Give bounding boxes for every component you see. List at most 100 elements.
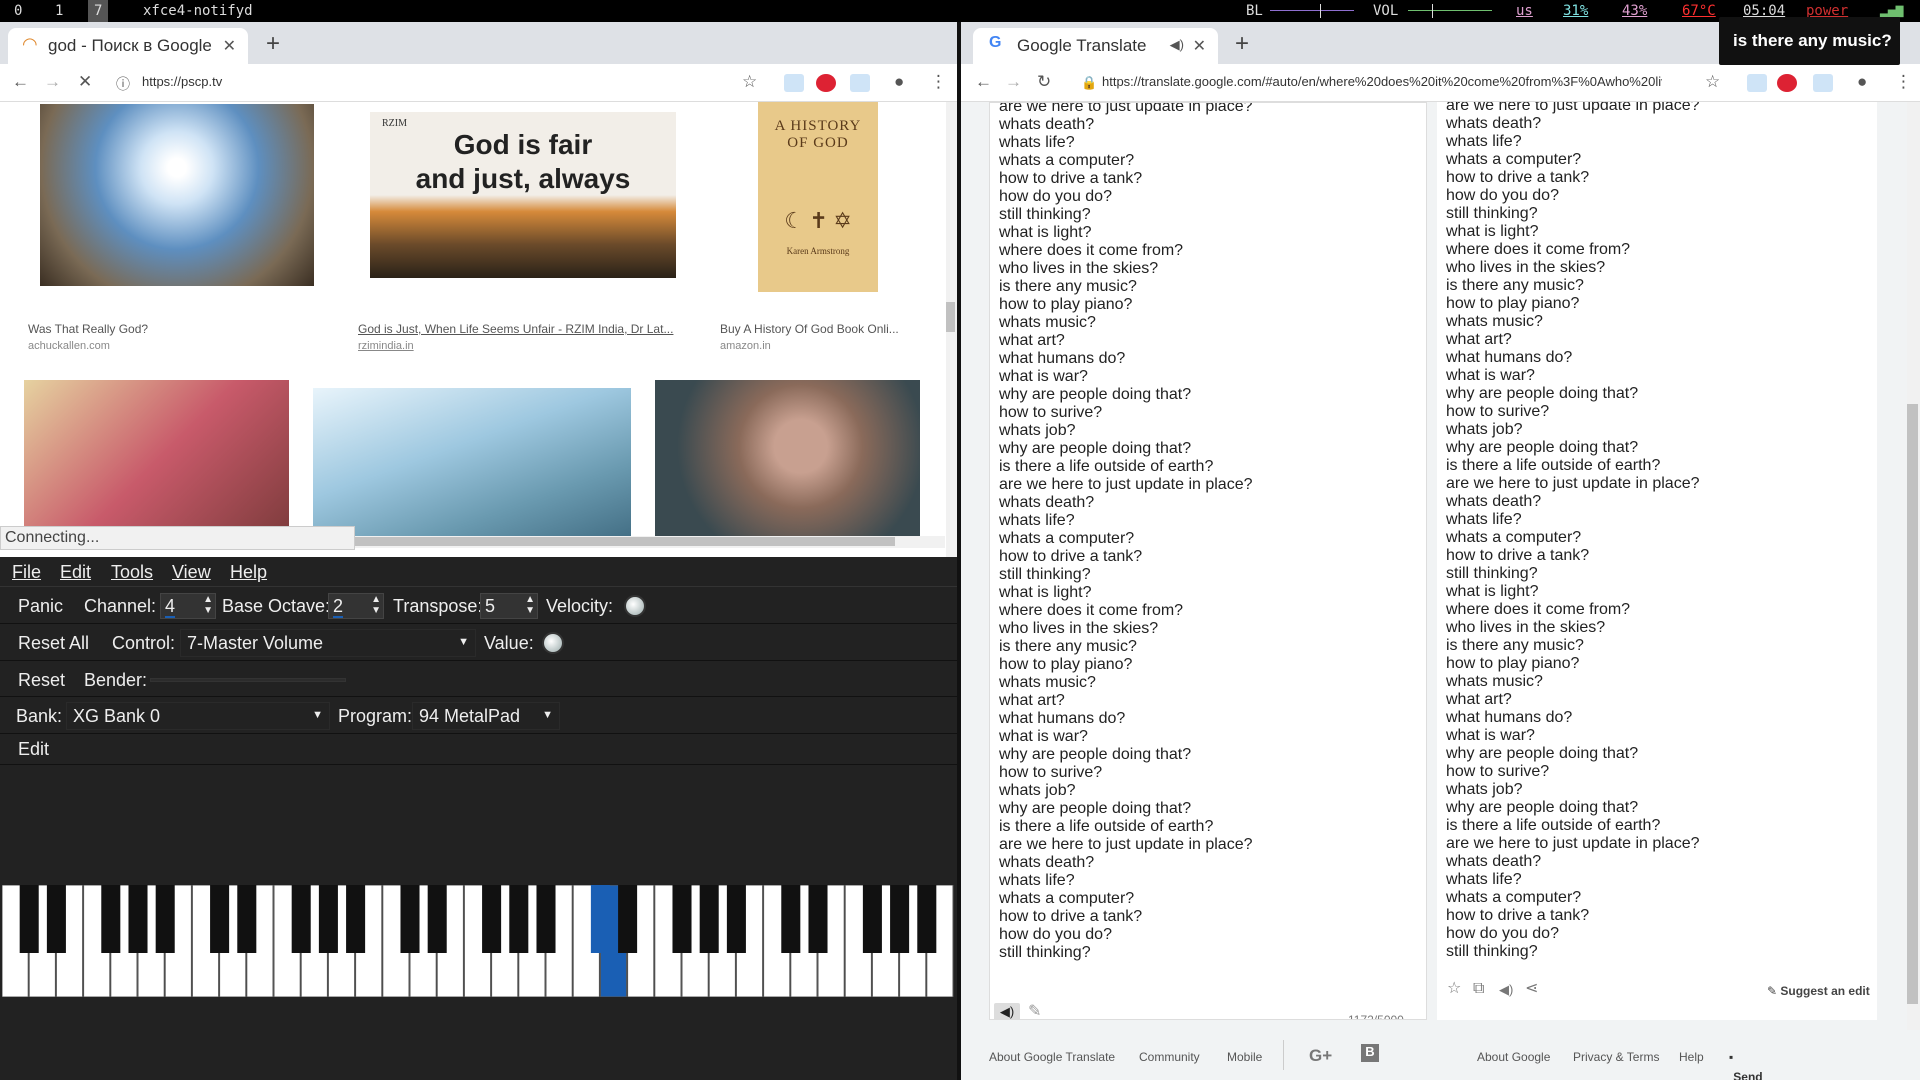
black-key[interactable] xyxy=(346,885,366,953)
image-thumb-light[interactable] xyxy=(40,104,314,286)
speaker-icon[interactable]: ◀) xyxy=(1170,37,1184,53)
spin-arrows-icon[interactable]: ▲ ▼ xyxy=(203,594,213,616)
black-key[interactable] xyxy=(427,885,447,953)
black-key[interactable] xyxy=(128,885,148,953)
privacy-terms-link[interactable]: Privacy & Terms xyxy=(1573,1050,1659,1064)
source-text-pane[interactable]: are we here to just update in place? what… xyxy=(989,102,1427,1020)
black-key[interactable] xyxy=(482,885,502,953)
black-key[interactable] xyxy=(536,885,556,953)
suggest-edit-link[interactable]: ✎ Suggest an edit xyxy=(1767,982,1870,1000)
black-key[interactable] xyxy=(917,885,937,953)
mobile-link[interactable]: Mobile xyxy=(1227,1050,1262,1064)
pencil-icon[interactable]: ✎ xyxy=(1028,1003,1041,1019)
extension-off-icon[interactable] xyxy=(784,74,804,92)
black-key[interactable] xyxy=(46,885,66,953)
black-key[interactable] xyxy=(101,885,121,953)
workspace-0[interactable]: 0 xyxy=(14,3,22,19)
google-plus-icon[interactable]: G+ xyxy=(1309,1046,1332,1066)
workspace-7[interactable]: 7 xyxy=(88,0,109,22)
star-icon[interactable]: ☆ xyxy=(1447,980,1461,998)
reload-icon[interactable]: ↻ xyxy=(1037,72,1051,92)
black-key[interactable] xyxy=(400,885,420,953)
extension-off-icon-2[interactable] xyxy=(850,74,870,92)
account-icon[interactable]: ● xyxy=(894,72,904,92)
horizontal-scrollbar[interactable] xyxy=(355,536,945,548)
channel-spinbox[interactable]: 4 ▲ ▼ xyxy=(160,593,216,619)
bender-slider[interactable] xyxy=(150,678,346,682)
control-combo[interactable]: 7-Master Volume ▼ xyxy=(180,629,476,657)
share-icon[interactable]: ⋖ xyxy=(1525,980,1538,998)
black-key[interactable] xyxy=(781,885,801,953)
back-icon[interactable]: ← xyxy=(12,72,29,92)
vertical-scrollbar[interactable] xyxy=(946,102,957,557)
image-thumb-woman[interactable] xyxy=(313,388,631,546)
adblock-icon[interactable] xyxy=(816,74,836,92)
extension-off-icon-2[interactable] xyxy=(1813,74,1833,92)
black-key[interactable] xyxy=(291,885,311,953)
hscrollbar-thumb[interactable] xyxy=(355,537,895,546)
backlight-bar[interactable] xyxy=(1270,10,1354,11)
black-key[interactable] xyxy=(699,885,719,953)
image-thumb-kratos[interactable] xyxy=(655,380,920,546)
send-feedback-link[interactable]: ▪ Send feedback xyxy=(1729,1050,1763,1080)
black-key[interactable] xyxy=(862,885,882,953)
forward-icon[interactable]: → xyxy=(1005,72,1022,92)
black-key[interactable] xyxy=(618,885,638,953)
black-key[interactable] xyxy=(672,885,692,953)
community-link[interactable]: Community xyxy=(1139,1050,1200,1064)
extension-off-icon[interactable] xyxy=(1747,74,1767,92)
transpose-spinbox[interactable]: 5 ▲ ▼ xyxy=(480,593,538,619)
black-key[interactable] xyxy=(155,885,175,953)
info-icon[interactable]: ⓘ xyxy=(116,74,130,94)
tab-google-search[interactable]: ◠ god - Поиск в Google ✕ xyxy=(8,28,248,64)
panic-button[interactable]: Panic xyxy=(18,596,63,617)
account-icon[interactable]: ● xyxy=(1857,72,1867,92)
reset-all-button[interactable]: Reset All xyxy=(18,633,89,654)
bank-combo[interactable]: XG Bank 0 ▼ xyxy=(66,702,330,730)
copy-icon[interactable]: ⧉ xyxy=(1473,980,1484,998)
image-thumb-person[interactable] xyxy=(24,380,289,546)
new-tab-button[interactable]: + xyxy=(1235,30,1249,58)
black-key[interactable] xyxy=(210,885,230,953)
close-tab-icon[interactable]: ✕ xyxy=(223,36,236,56)
about-google-link[interactable]: About Google xyxy=(1477,1050,1550,1064)
bookmark-star-icon[interactable]: ☆ xyxy=(742,72,757,92)
reset-button[interactable]: Reset xyxy=(18,670,65,691)
menu-help[interactable]: Help xyxy=(230,562,267,583)
close-tab-icon[interactable]: ✕ xyxy=(1193,36,1206,56)
tab-google-translate[interactable]: G Google Translate ◀) ✕ xyxy=(973,28,1218,64)
listen-icon[interactable]: ◀) xyxy=(1499,981,1513,999)
image-caption[interactable]: God is Just, When Life Seems Unfair - RZ… xyxy=(358,322,688,336)
menu-file[interactable]: File xyxy=(12,562,41,583)
volume-bar[interactable] xyxy=(1408,10,1492,11)
address-bar[interactable]: https://translate.google.com/#auto/en/wh… xyxy=(1102,74,1662,89)
spin-arrows-icon[interactable]: ▲ ▼ xyxy=(371,594,381,616)
bookmark-star-icon[interactable]: ☆ xyxy=(1705,72,1720,92)
black-key[interactable] xyxy=(19,885,39,953)
blogger-icon[interactable]: B xyxy=(1361,1044,1379,1062)
help-link[interactable]: Help xyxy=(1679,1050,1704,1064)
scrollbar-thumb[interactable] xyxy=(946,302,955,332)
workspace-1[interactable]: 1 xyxy=(55,3,63,19)
image-caption[interactable]: Buy A History Of God Book Onli... xyxy=(720,322,910,336)
black-key[interactable] xyxy=(890,885,910,953)
listen-source-icon[interactable]: ◀) xyxy=(994,1003,1020,1019)
piano-keyboard[interactable] xyxy=(2,885,954,997)
forward-icon[interactable]: → xyxy=(44,72,61,92)
about-translate-link[interactable]: About Google Translate xyxy=(989,1050,1115,1064)
black-key[interactable] xyxy=(237,885,257,953)
menu-view[interactable]: View xyxy=(172,562,211,583)
new-tab-button[interactable]: + xyxy=(266,30,280,58)
image-thumb-book[interactable]: A HISTORY OF GOD ☾ ✝ ✡ Karen Armstrong xyxy=(758,102,878,292)
velocity-knob[interactable] xyxy=(624,595,646,617)
menu-tools[interactable]: Tools xyxy=(111,562,153,583)
image-caption[interactable]: Was That Really God? xyxy=(28,322,148,336)
notification-popup[interactable]: is there any music? xyxy=(1719,17,1900,65)
stop-icon[interactable]: ✕ xyxy=(78,72,92,92)
source-text[interactable]: are we here to just update in place? what… xyxy=(999,103,1426,962)
edit-button[interactable]: Edit xyxy=(18,739,49,760)
spin-arrows-icon[interactable]: ▲ ▼ xyxy=(525,594,535,616)
black-key[interactable] xyxy=(808,885,828,953)
image-thumb-rzim[interactable]: RZIM God is fair and just, always xyxy=(370,112,676,278)
adblock-icon[interactable] xyxy=(1777,74,1797,92)
